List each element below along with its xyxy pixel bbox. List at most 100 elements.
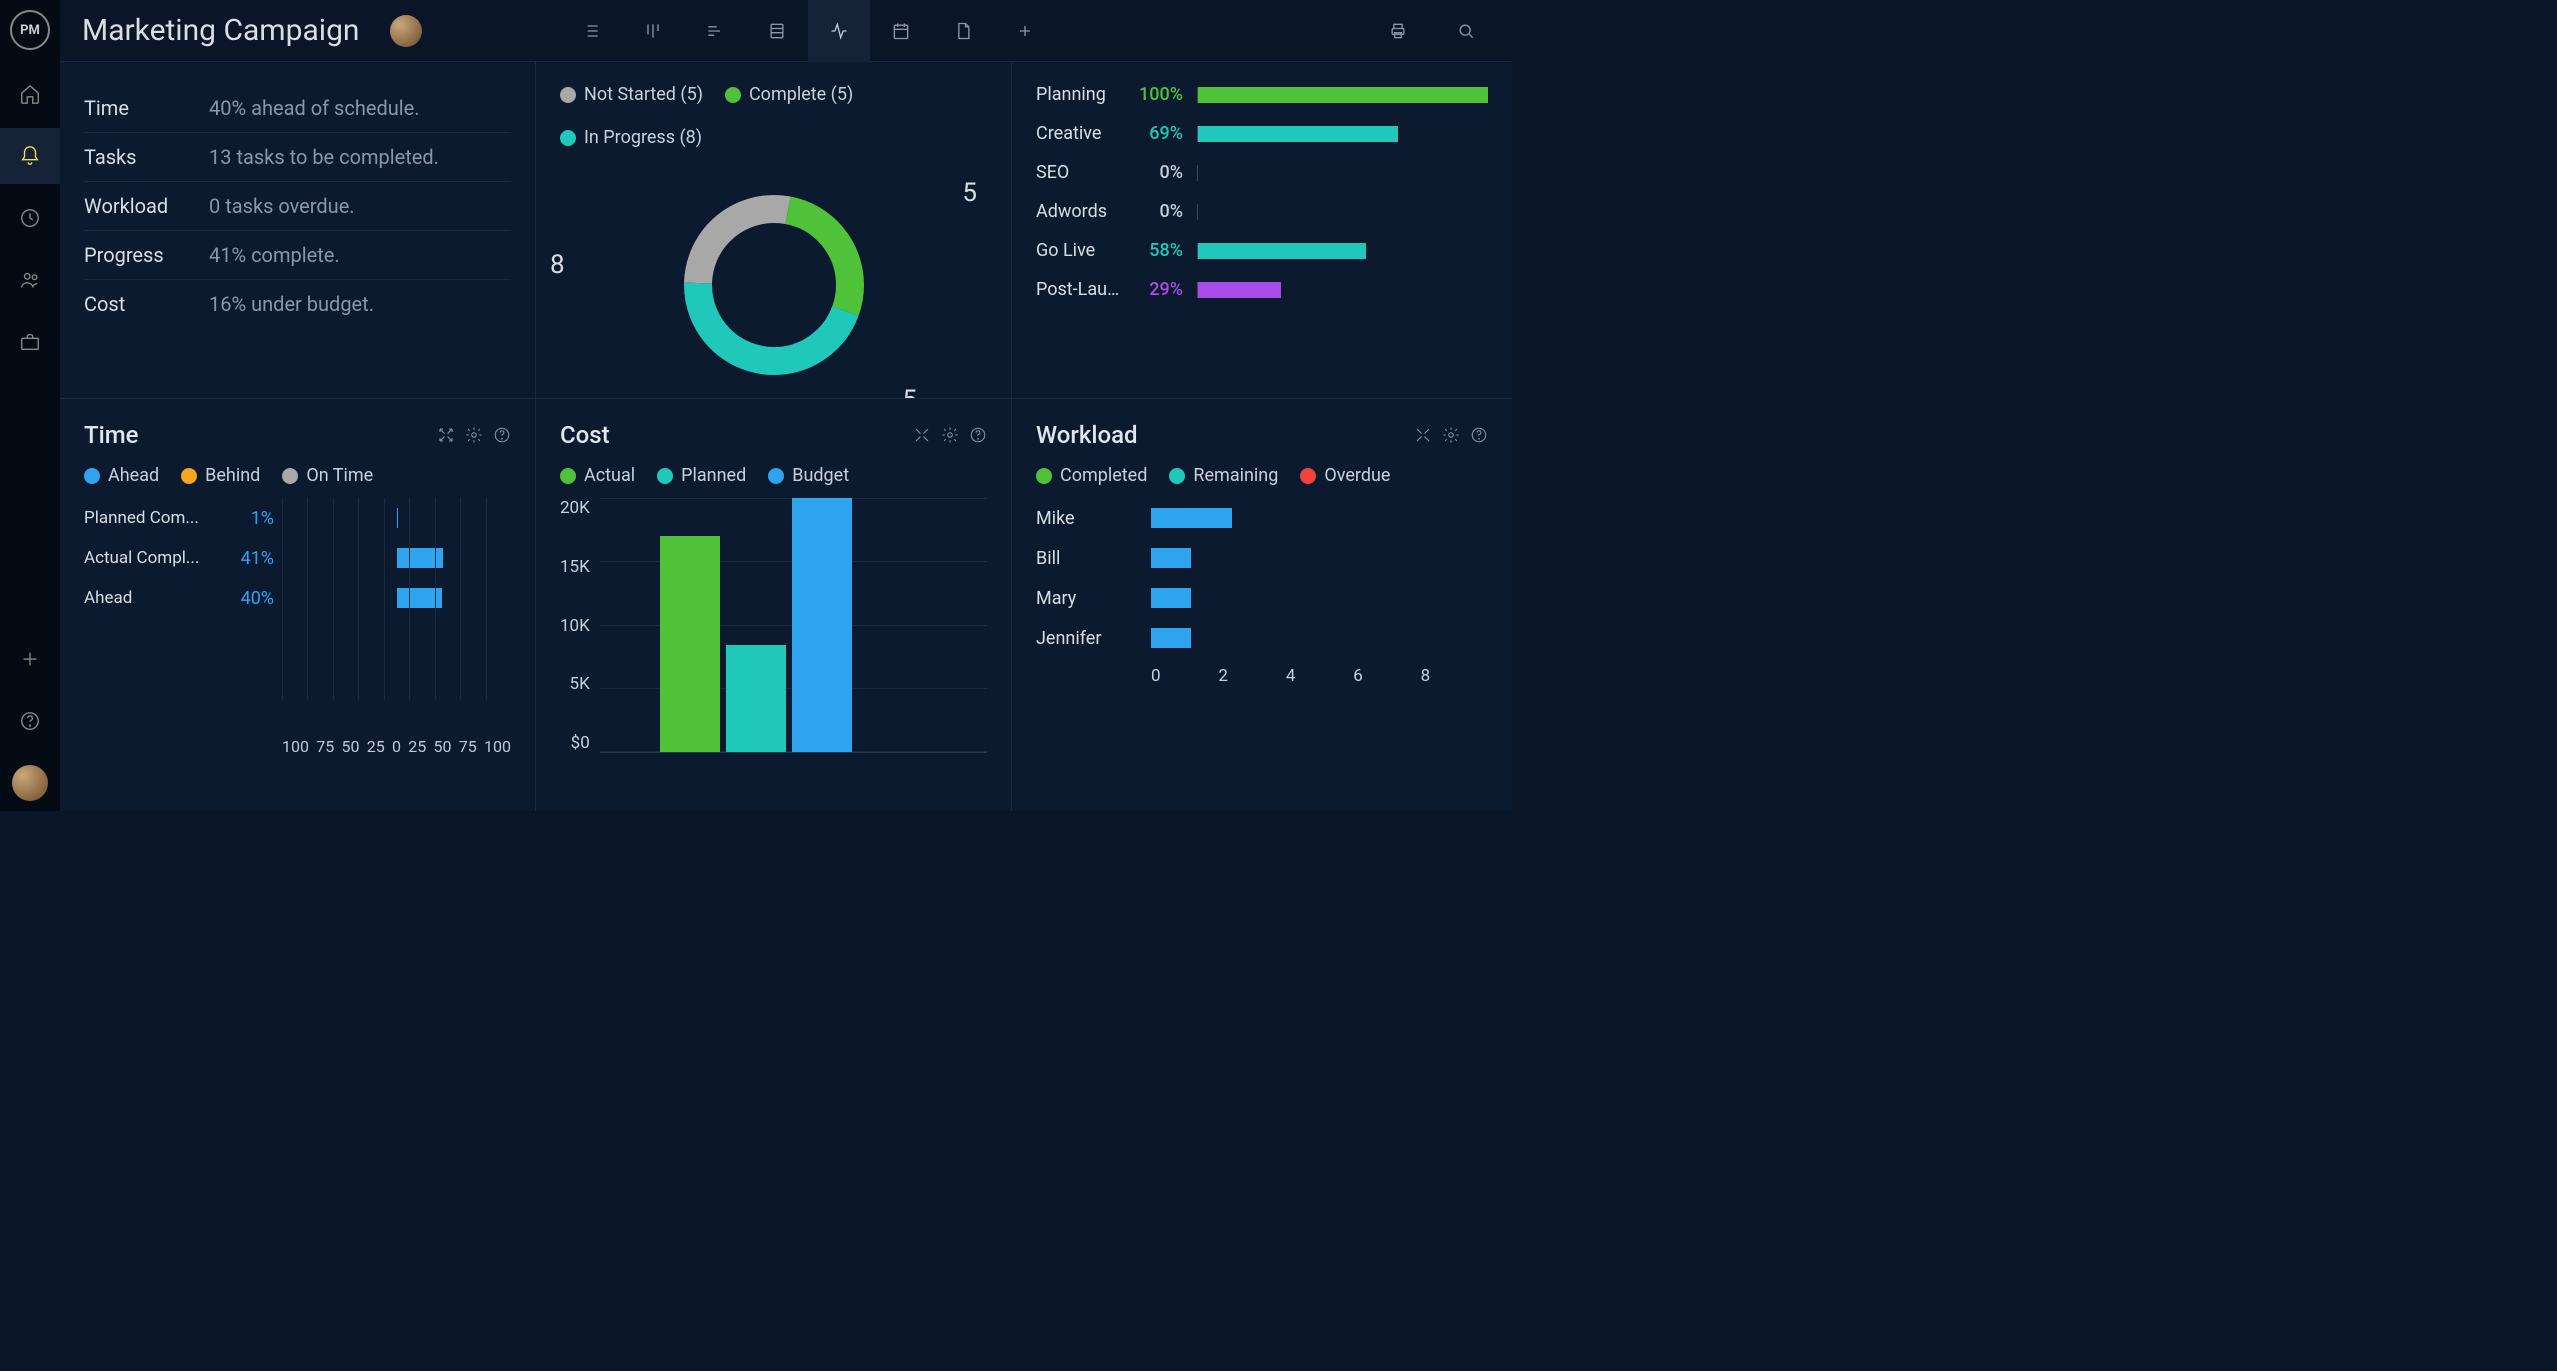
axis-tick: 50 xyxy=(342,737,360,756)
workload-bar xyxy=(1151,508,1232,528)
board-icon xyxy=(643,21,663,41)
donut-chart: 5 5 8 xyxy=(560,160,987,398)
panel-action-icons xyxy=(913,426,987,444)
legend-item[interactable]: On Time xyxy=(282,465,373,486)
donut-value-complete: 5 xyxy=(902,385,917,398)
progress-row[interactable]: SEO 0% xyxy=(1036,162,1488,183)
progress-name: Go Live xyxy=(1036,240,1121,261)
gantt-icon xyxy=(705,21,725,41)
progress-pct: 0% xyxy=(1135,201,1183,222)
cost-bar-planned[interactable] xyxy=(726,645,786,752)
summary-label: Cost xyxy=(84,292,209,316)
legend-item[interactable]: Remaining xyxy=(1169,465,1278,486)
help-icon xyxy=(19,710,41,732)
donut-value-inprogress: 8 xyxy=(550,250,565,280)
help-icon[interactable] xyxy=(493,426,511,444)
axis-tick: 100 xyxy=(484,737,511,756)
workload-row: Mike xyxy=(1036,498,1488,538)
legend-dot xyxy=(282,468,298,484)
progress-row[interactable]: Post-Lau... 29% xyxy=(1036,279,1488,300)
gear-icon[interactable] xyxy=(941,426,959,444)
tab-add[interactable] xyxy=(994,0,1056,62)
expand-icon[interactable] xyxy=(913,426,931,444)
project-owner-avatar[interactable] xyxy=(390,15,422,47)
help-icon[interactable] xyxy=(969,426,987,444)
legend-label: Behind xyxy=(205,465,260,486)
cost-panel-title: Cost xyxy=(560,421,610,449)
progress-name: Planning xyxy=(1036,84,1121,105)
sidebar-item-portfolio[interactable] xyxy=(0,314,60,370)
axis-tick: 0 xyxy=(392,737,401,756)
progress-track xyxy=(1197,282,1488,298)
legend-dot xyxy=(768,468,784,484)
page-title: Marketing Campaign xyxy=(82,13,360,48)
summary-value: 40% ahead of schedule. xyxy=(209,96,420,120)
expand-icon[interactable] xyxy=(1414,426,1432,444)
cost-bar-budget[interactable] xyxy=(792,498,852,752)
progress-row[interactable]: Creative 69% xyxy=(1036,123,1488,144)
summary-row: Tasks13 tasks to be completed. xyxy=(84,133,511,182)
user-avatar[interactable] xyxy=(12,765,48,801)
legend-item[interactable]: Budget xyxy=(768,465,849,486)
summary-value: 13 tasks to be completed. xyxy=(209,145,439,169)
legend-item[interactable]: Overdue xyxy=(1300,465,1390,486)
axis-tick: 15K xyxy=(560,557,590,577)
gear-icon[interactable] xyxy=(465,426,483,444)
legend-item[interactable]: Behind xyxy=(181,465,260,486)
help-icon[interactable] xyxy=(1470,426,1488,444)
plus-icon xyxy=(1015,21,1035,41)
workload-row: Bill xyxy=(1036,538,1488,578)
legend-dot xyxy=(560,468,576,484)
expand-icon[interactable] xyxy=(437,426,455,444)
summary-row: Time40% ahead of schedule. xyxy=(84,84,511,133)
legend-item[interactable]: Planned xyxy=(657,465,746,486)
legend-item[interactable]: Ahead xyxy=(84,465,159,486)
progress-name: Creative xyxy=(1036,123,1121,144)
sidebar-item-team[interactable] xyxy=(0,252,60,308)
tab-files[interactable] xyxy=(932,0,994,62)
app-logo[interactable]: PM xyxy=(10,10,50,50)
tab-board[interactable] xyxy=(622,0,684,62)
sidebar-item-recent[interactable] xyxy=(0,190,60,246)
gear-icon[interactable] xyxy=(1442,426,1460,444)
summary-value: 16% under budget. xyxy=(209,292,374,316)
progress-pct: 0% xyxy=(1135,162,1183,183)
briefcase-icon xyxy=(19,331,41,353)
search-button[interactable] xyxy=(1442,0,1490,62)
sidebar-item-home[interactable] xyxy=(0,66,60,122)
sidebar-item-add[interactable] xyxy=(0,631,60,687)
tab-calendar[interactable] xyxy=(870,0,932,62)
legend-item[interactable]: Not Started (5) xyxy=(560,84,703,105)
time-row-label: Ahead xyxy=(84,588,214,608)
progress-name: Adwords xyxy=(1036,201,1121,222)
legend-label: Actual xyxy=(584,465,635,486)
legend-item[interactable]: In Progress (8) xyxy=(560,127,702,148)
list-icon xyxy=(581,21,601,41)
print-button[interactable] xyxy=(1374,0,1422,62)
tab-gantt[interactable] xyxy=(684,0,746,62)
progress-row[interactable]: Adwords 0% xyxy=(1036,201,1488,222)
axis-tick: 2 xyxy=(1218,666,1285,686)
workload-row: Mary xyxy=(1036,578,1488,618)
tab-sheet[interactable] xyxy=(746,0,808,62)
sidebar-item-help[interactable] xyxy=(0,693,60,749)
donut-legend: Not Started (5) Complete (5) In Progress (… xyxy=(560,84,987,148)
time-row-label: Actual Compl... xyxy=(84,548,214,568)
cost-panel: Cost ActualPlannedBudget 20K15K10K5K$0 xyxy=(536,399,1011,811)
bell-icon xyxy=(19,145,41,167)
tab-list[interactable] xyxy=(560,0,622,62)
tab-dashboard[interactable] xyxy=(808,0,870,62)
progress-row[interactable]: Go Live 58% xyxy=(1036,240,1488,261)
summary-label: Time xyxy=(84,96,209,120)
sidebar-item-notifications[interactable] xyxy=(0,128,60,184)
legend-item[interactable]: Complete (5) xyxy=(725,84,853,105)
cost-bar-actual[interactable] xyxy=(660,536,720,752)
legend-item[interactable]: Completed xyxy=(1036,465,1147,486)
progress-row[interactable]: Planning 100% xyxy=(1036,84,1488,105)
legend-item[interactable]: Actual xyxy=(560,465,635,486)
legend-dot xyxy=(181,468,197,484)
summary-value: 0 tasks overdue. xyxy=(209,194,355,218)
axis-tick: 4 xyxy=(1286,666,1353,686)
axis-tick: 75 xyxy=(459,737,477,756)
clock-icon xyxy=(19,207,41,229)
